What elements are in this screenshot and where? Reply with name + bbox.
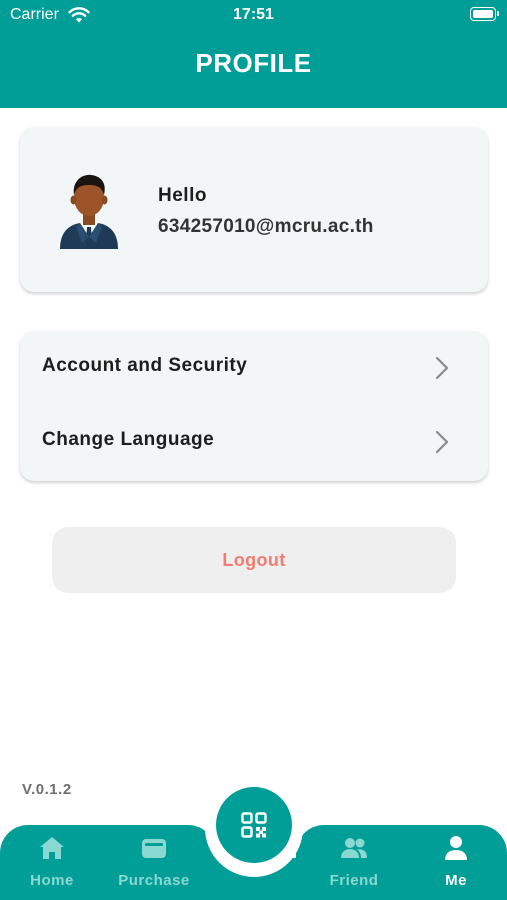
tab-label: Friend xyxy=(329,872,379,889)
tab-me[interactable]: Me xyxy=(406,832,506,898)
battery-icon xyxy=(470,7,499,21)
tab-home[interactable]: Home xyxy=(2,832,102,898)
qr-code-icon xyxy=(241,812,267,838)
menu-item-label: Change Language xyxy=(42,429,215,450)
logout-button[interactable]: Logout xyxy=(52,527,456,593)
app-version: V.0.1.2 xyxy=(22,781,72,798)
wallet-icon xyxy=(142,839,166,858)
chevron-right-icon xyxy=(435,356,449,380)
tab-label: Me xyxy=(445,872,467,889)
clock-time: 17:51 xyxy=(233,6,274,23)
tab-label: Purchase xyxy=(118,872,190,889)
tab-label: Home xyxy=(30,872,74,889)
settings-menu: Account and Security Change Language xyxy=(20,331,488,481)
user-email: 634257010@mcru.ac.th xyxy=(158,216,374,237)
menu-item-account-security[interactable]: Account and Security xyxy=(20,331,488,403)
profile-card: Hello 634257010@mcru.ac.th xyxy=(20,127,488,292)
person-icon xyxy=(445,836,467,860)
header-bar: Carrier 17:51 PROFILE xyxy=(0,0,507,108)
menu-item-label: Account and Security xyxy=(42,355,248,376)
home-icon xyxy=(40,837,64,859)
person-avatar xyxy=(60,174,118,249)
status-bar: Carrier 17:51 xyxy=(0,0,507,30)
menu-item-change-language[interactable]: Change Language xyxy=(20,405,488,477)
tab-friend[interactable]: Friend xyxy=(304,832,404,898)
tab-purchase[interactable]: Purchase xyxy=(104,832,204,898)
chevron-right-icon xyxy=(435,430,449,454)
qr-scan-button[interactable] xyxy=(216,787,292,863)
greeting-text: Hello xyxy=(158,185,207,206)
page-title: PROFILE xyxy=(195,48,312,78)
friends-icon xyxy=(341,838,367,858)
